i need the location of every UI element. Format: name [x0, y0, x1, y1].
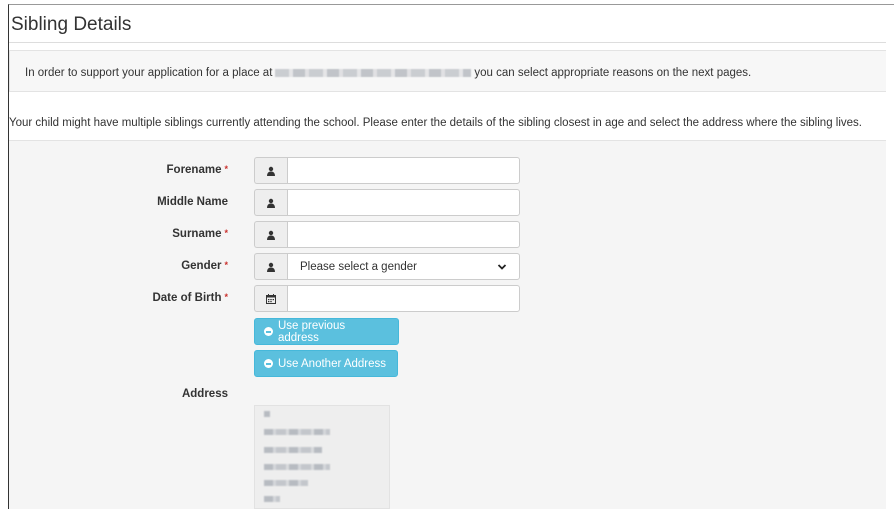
forename-label: Forename * — [167, 164, 228, 176]
address-label: Address — [182, 388, 228, 400]
user-icon — [267, 166, 275, 176]
forename-addon — [254, 157, 287, 184]
redacted-address-line — [264, 464, 330, 470]
gender-select-value: Please select a gender — [300, 260, 417, 273]
forename-label-text: Forename — [166, 164, 222, 176]
use-another-address-label: Use Another Address — [278, 357, 387, 370]
user-icon — [267, 230, 275, 240]
middle-name-label-text: Middle Name — [157, 196, 228, 208]
use-another-address-button[interactable]: Use Another Address — [254, 350, 398, 377]
required-marker: * — [224, 260, 228, 270]
address-display — [254, 405, 390, 509]
redacted-address-line — [264, 496, 280, 502]
surname-label-text: Surname — [172, 228, 222, 240]
middle-name-input[interactable] — [287, 189, 520, 216]
required-marker: * — [224, 292, 228, 302]
minus-circle-icon — [264, 359, 273, 368]
user-icon — [267, 198, 275, 208]
dob-label: Date of Birth * — [152, 292, 228, 304]
address-label-text: Address — [181, 388, 228, 400]
minus-circle-icon — [264, 327, 273, 336]
redacted-address-line — [264, 447, 322, 453]
page-title: Sibling Details — [11, 14, 132, 35]
info-text: In order to support your application for… — [25, 67, 751, 79]
required-marker: * — [224, 164, 228, 174]
forename-input[interactable] — [287, 157, 520, 184]
gender-addon — [254, 253, 287, 280]
redacted-address-line — [264, 429, 330, 435]
gender-label-text: Gender — [181, 260, 222, 272]
required-marker: * — [224, 228, 228, 238]
middle-name-addon — [254, 189, 287, 216]
gender-select[interactable]: Please select a gender — [287, 253, 520, 280]
gender-label: Gender * — [181, 260, 228, 272]
dob-label-text: Date of Birth — [152, 292, 222, 304]
dob-input[interactable] — [287, 285, 520, 312]
redacted-school-name — [275, 68, 472, 77]
use-previous-address-button[interactable]: Use previous address — [254, 318, 399, 345]
use-previous-address-label: Use previous address — [277, 319, 346, 344]
sibling-description: Your child might have multiple siblings … — [9, 117, 862, 129]
dob-addon — [254, 285, 287, 312]
middle-name-label: Middle Name — [157, 196, 228, 208]
redacted-address-line — [264, 411, 270, 417]
redacted-address-line — [264, 480, 308, 486]
surname-label: Surname * — [172, 228, 228, 240]
info-text-prefix: In order to support your application for… — [25, 67, 273, 79]
surname-addon — [254, 221, 287, 248]
title-divider — [9, 42, 886, 43]
chevron-down-icon — [497, 263, 507, 270]
surname-input[interactable] — [287, 221, 520, 248]
user-icon — [267, 262, 275, 272]
info-text-suffix: you can select appropriate reasons on th… — [474, 67, 752, 79]
calendar-icon — [266, 293, 276, 304]
